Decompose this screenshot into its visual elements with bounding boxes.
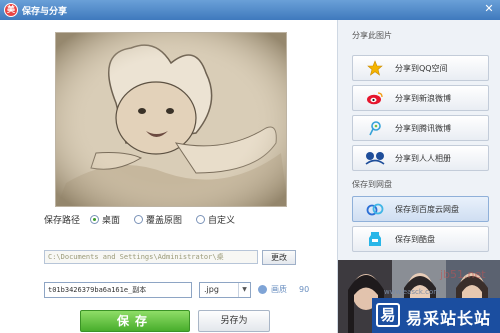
radio-dot-icon	[90, 214, 100, 224]
share-qzone-button[interactable]: 分享到QQ空间	[352, 55, 489, 81]
cloud-section-label: 保存到网盘	[352, 180, 392, 189]
radio-custom[interactable]: 自定义	[196, 213, 235, 226]
baidu-cloud-icon	[365, 201, 385, 217]
radio-dot-icon	[134, 214, 144, 224]
share-section-label: 分享此图片	[352, 31, 392, 40]
kupan-icon	[365, 231, 385, 247]
save-baidu-cloud-button[interactable]: 保存到百度云网盘	[352, 196, 489, 222]
change-path-button[interactable]: 更改	[262, 250, 296, 265]
share-weibo-label: 分享到新浪微博	[395, 93, 451, 103]
radio-desktop[interactable]: 桌面	[90, 213, 120, 226]
save-path-field[interactable]: C:\Documents and Settings\Administrator\…	[44, 250, 258, 264]
close-icon[interactable]: ✕	[482, 2, 496, 16]
chevron-down-icon: ▼	[238, 283, 250, 297]
photo-preview	[55, 32, 287, 207]
save-path-label: 保存路径	[44, 215, 81, 226]
renren-icon	[365, 150, 385, 166]
share-panel: 分享此图片 分享到QQ空间 分享到新浪微博 分享到腾讯微博 分享到人人相册 保存…	[338, 20, 500, 333]
save-as-button[interactable]: 另存为	[198, 310, 270, 332]
save-button[interactable]: 保存	[80, 310, 190, 332]
quality-value: 90	[299, 285, 310, 294]
share-weibo-button[interactable]: 分享到新浪微博	[352, 85, 489, 111]
save-baidu-cloud-label: 保存到百度云网盘	[395, 204, 459, 214]
quality-label: 画质	[271, 285, 287, 294]
share-renren-button[interactable]: 分享到人人相册	[352, 145, 489, 171]
radio-custom-label: 自定义	[208, 215, 236, 226]
save-kupan-label: 保存到酷盘	[395, 234, 435, 244]
quality-icon	[258, 285, 267, 294]
save-panel: 保存路径 桌面 覆盖原图 自定义 C:\Documents and Settin…	[0, 20, 338, 333]
radio-dot-icon	[196, 214, 206, 224]
watermark-overlay-text: jb51.net	[440, 268, 486, 281]
watermark-logo-icon: 易	[376, 303, 400, 327]
weibo-icon	[365, 90, 385, 106]
window-title: 保存与分享	[22, 7, 68, 17]
share-tencent-weibo-button[interactable]: 分享到腾讯微博	[352, 115, 489, 141]
tencent-weibo-icon	[365, 120, 385, 136]
extension-select[interactable]: .jpg ▼	[199, 282, 251, 298]
radio-overwrite[interactable]: 覆盖原图	[134, 213, 182, 226]
site-watermark: 易 易采站长站	[372, 298, 500, 333]
watermark-text: 易采站长站	[406, 309, 492, 328]
filename-input[interactable]: t01b3426379ba6a161e_副本	[44, 282, 192, 298]
share-tencent-weibo-label: 分享到腾讯微博	[395, 123, 451, 133]
share-qzone-label: 分享到QQ空间	[395, 63, 448, 73]
radio-desktop-label: 桌面	[102, 215, 121, 226]
qzone-star-icon	[365, 60, 385, 76]
extension-value: .jpg	[204, 285, 219, 294]
quality-control[interactable]: 画质 90	[258, 284, 309, 295]
title-bar: 美 保存与分享 ✕	[0, 0, 500, 20]
radio-overwrite-label: 覆盖原图	[146, 215, 183, 226]
app-logo-icon: 美	[4, 3, 18, 17]
watermark-url: www.easck.com	[384, 288, 441, 296]
share-renren-label: 分享到人人相册	[395, 153, 451, 163]
save-path-options: 保存路径 桌面 覆盖原图 自定义	[44, 212, 324, 226]
save-kupan-button[interactable]: 保存到酷盘	[352, 226, 489, 252]
